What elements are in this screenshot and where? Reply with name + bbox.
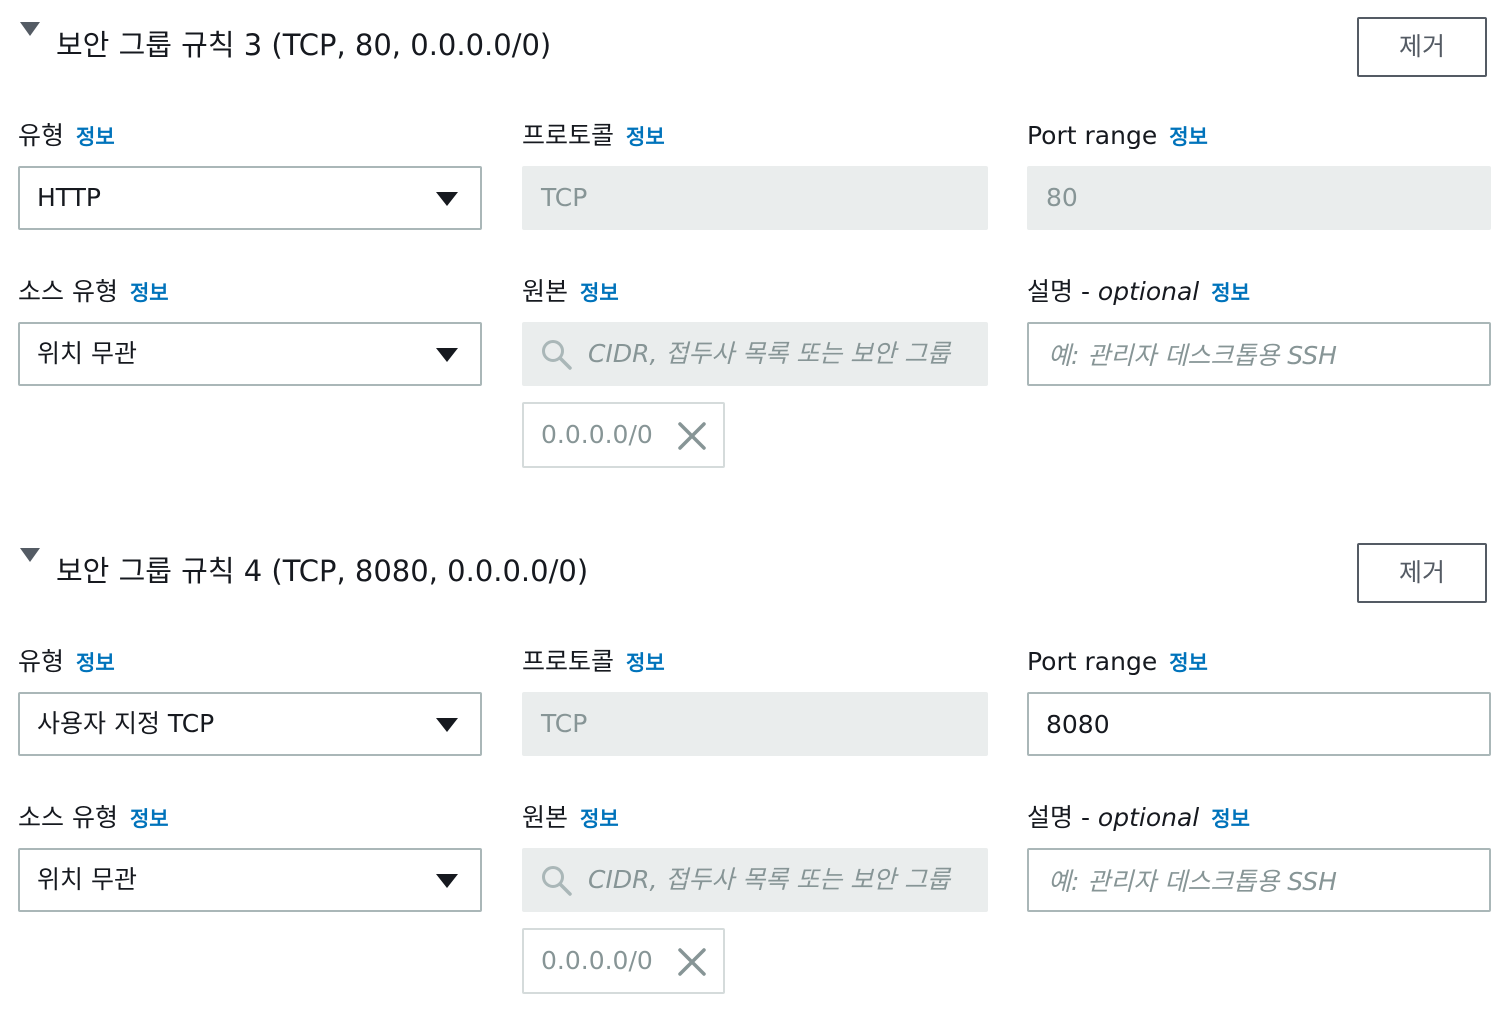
description-info-link[interactable]: 정보 xyxy=(1211,807,1250,831)
port-range-value: 8080 xyxy=(1046,710,1110,739)
port-range-value: 80 xyxy=(1046,183,1078,212)
description-label-text: 설명 - xyxy=(1027,277,1098,306)
remove-button[interactable]: 제거 xyxy=(1357,543,1487,603)
type-select[interactable]: HTTP xyxy=(18,166,482,230)
protocol-label-text: 프로토콜 xyxy=(522,647,615,676)
source-token-value: 0.0.0.0/0 xyxy=(541,946,653,975)
close-icon[interactable] xyxy=(676,420,708,452)
protocol-value: TCP xyxy=(541,183,588,212)
source-type-select[interactable]: 위치 무관 xyxy=(18,322,482,386)
rule-title: 보안 그룹 규칙 4 (TCP, 8080, 0.0.0.0/0) xyxy=(56,554,589,588)
description-input[interactable]: 예: 관리자 데스크톱용 SSH xyxy=(1027,848,1491,912)
type-select-value: 사용자 지정 TCP xyxy=(37,709,215,738)
type-info-link[interactable]: 정보 xyxy=(76,651,115,675)
description-label: 설명 - optional 정보 xyxy=(1027,802,1250,835)
search-icon xyxy=(542,340,572,370)
source-search-placeholder: CIDR, 접두사 목록 또는 보안 그룹 xyxy=(588,339,951,368)
source-token: 0.0.0.0/0 xyxy=(522,928,725,994)
port-range-label: Port range 정보 xyxy=(1027,120,1208,153)
port-range-field-disabled: 80 xyxy=(1027,166,1491,230)
protocol-label-text: 프로토콜 xyxy=(522,121,615,150)
description-label: 설명 - optional 정보 xyxy=(1027,276,1250,309)
optional-label: optional xyxy=(1097,803,1200,832)
source-type-select-value: 위치 무관 xyxy=(37,339,137,368)
search-icon xyxy=(542,866,572,896)
dropdown-arrow-icon xyxy=(436,718,458,732)
source-search-input[interactable]: CIDR, 접두사 목록 또는 보안 그룹 xyxy=(522,848,988,912)
source-type-label: 소스 유형 정보 xyxy=(18,802,169,835)
type-label: 유형 정보 xyxy=(18,646,115,679)
source-type-info-link[interactable]: 정보 xyxy=(130,807,169,831)
port-range-info-link[interactable]: 정보 xyxy=(1169,651,1208,675)
source-type-label-text: 소스 유형 xyxy=(18,803,118,832)
source-type-info-link[interactable]: 정보 xyxy=(130,281,169,305)
source-label-text: 원본 xyxy=(522,277,569,306)
port-range-label-text: Port range xyxy=(1027,647,1158,676)
protocol-info-link[interactable]: 정보 xyxy=(626,651,665,675)
security-group-rule-3: 보안 그룹 규칙 3 (TCP, 80, 0.0.0.0/0) 제거 유형 정보 … xyxy=(0,0,1508,500)
source-search-placeholder: CIDR, 접두사 목록 또는 보안 그룹 xyxy=(588,865,951,894)
protocol-label: 프로토콜 정보 xyxy=(522,120,665,153)
source-type-select-value: 위치 무관 xyxy=(37,865,137,894)
port-range-input[interactable]: 8080 xyxy=(1027,692,1491,756)
dropdown-arrow-icon xyxy=(436,348,458,362)
rule-header: 보안 그룹 규칙 4 (TCP, 8080, 0.0.0.0/0) 제거 xyxy=(0,526,1508,616)
port-range-info-link[interactable]: 정보 xyxy=(1169,125,1208,149)
source-type-label-text: 소스 유형 xyxy=(18,277,118,306)
caret-down-icon[interactable] xyxy=(20,22,40,36)
port-range-label-text: Port range xyxy=(1027,121,1158,150)
source-token: 0.0.0.0/0 xyxy=(522,402,725,468)
rule-title: 보안 그룹 규칙 3 (TCP, 80, 0.0.0.0/0) xyxy=(56,28,552,62)
optional-label: optional xyxy=(1097,277,1200,306)
protocol-field-disabled: TCP xyxy=(522,166,988,230)
description-label-text: 설명 - xyxy=(1027,803,1098,832)
protocol-info-link[interactable]: 정보 xyxy=(626,125,665,149)
source-info-link[interactable]: 정보 xyxy=(580,807,619,831)
source-type-label: 소스 유형 정보 xyxy=(18,276,169,309)
type-label-text: 유형 xyxy=(18,121,65,150)
protocol-value: TCP xyxy=(541,709,588,738)
source-label: 원본 정보 xyxy=(522,276,619,309)
security-group-rule-4: 보안 그룹 규칙 4 (TCP, 8080, 0.0.0.0/0) 제거 유형정… xyxy=(0,526,1508,1026)
description-placeholder: 예: 관리자 데스크톱용 SSH xyxy=(1048,341,1337,370)
type-info-link[interactable]: 정보 xyxy=(76,125,115,149)
remove-button[interactable]: 제거 xyxy=(1357,17,1487,77)
description-info-link[interactable]: 정보 xyxy=(1211,281,1250,305)
description-input[interactable]: 예: 관리자 데스크톱용 SSH xyxy=(1027,322,1491,386)
caret-down-icon[interactable] xyxy=(20,548,40,562)
protocol-field-disabled: TCP xyxy=(522,692,988,756)
type-select-value: HTTP xyxy=(37,183,101,212)
source-info-link[interactable]: 정보 xyxy=(580,281,619,305)
rule-header: 보안 그룹 규칙 3 (TCP, 80, 0.0.0.0/0) 제거 xyxy=(0,0,1508,90)
source-label-text: 원본 xyxy=(522,803,569,832)
source-type-select[interactable]: 위치 무관 xyxy=(18,848,482,912)
source-token-value: 0.0.0.0/0 xyxy=(541,420,653,449)
dropdown-arrow-icon xyxy=(436,192,458,206)
protocol-label: 프로토콜 정보 xyxy=(522,646,665,679)
type-select[interactable]: 사용자 지정 TCP xyxy=(18,692,482,756)
type-label-text: 유형 xyxy=(18,647,65,676)
source-label: 원본 정보 xyxy=(522,802,619,835)
source-search-input[interactable]: CIDR, 접두사 목록 또는 보안 그룹 xyxy=(522,322,988,386)
dropdown-arrow-icon xyxy=(436,874,458,888)
close-icon[interactable] xyxy=(676,946,708,978)
type-label: 유형 정보 xyxy=(18,120,115,153)
description-placeholder: 예: 관리자 데스크톱용 SSH xyxy=(1048,867,1337,896)
port-range-label: Port range 정보 xyxy=(1027,646,1208,679)
